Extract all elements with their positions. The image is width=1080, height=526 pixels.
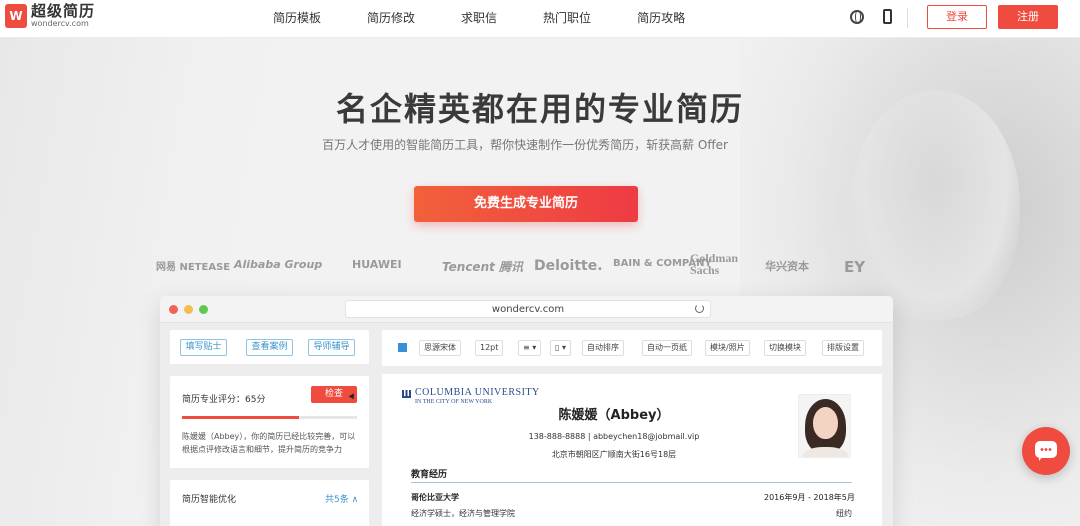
- page-icon: ▯ ▾: [550, 340, 571, 356]
- partner-logo-goldman-sachs: Goldman Sachs: [690, 251, 739, 277]
- partner-logo-netease: 网易 NETEASE: [156, 262, 231, 273]
- browser-chrome: wondercv.com: [160, 296, 893, 323]
- logo-name: 超级简历: [31, 2, 96, 20]
- partner-logos: 网易 NETEASE Alibaba Group HUAWEI Tencent …: [152, 250, 912, 286]
- mobile-phone-icon[interactable]: [883, 9, 892, 24]
- logo-mark-icon: W: [5, 4, 27, 28]
- logo-url: wondercv.com: [31, 19, 89, 28]
- chat-bubble-icon: [1035, 441, 1057, 461]
- auto-one-page-button: 自动一页纸: [642, 340, 692, 356]
- browser-mockup: wondercv.com 填写贴士 查看案例 导师辅导 简历专业评分：65分 检…: [160, 296, 893, 526]
- tab-mentor: 导师辅导: [308, 339, 355, 356]
- partner-logo-alibaba: Alibaba Group: [234, 258, 323, 271]
- school-logo-name: COLUMBIA UNIVERSITY: [415, 387, 540, 398]
- nav-item-templates[interactable]: 简历模板: [273, 0, 321, 38]
- editor-right-panel: 思源宋体 12pt ≡ ▾ ▯ ▾ 自动排序 自动一页纸 模块/照片 切换模块 …: [382, 330, 882, 526]
- section-divider: [411, 482, 852, 483]
- close-dot-icon: [169, 305, 178, 314]
- login-button[interactable]: 登录: [927, 5, 987, 29]
- nav-item-revision[interactable]: 简历修改: [367, 0, 415, 38]
- crown-icon: [402, 390, 411, 398]
- chat-support-button[interactable]: [1022, 427, 1070, 475]
- section-title-education: 教育经历: [411, 470, 448, 480]
- globe-icon[interactable]: [850, 10, 864, 24]
- theme-color-swatch: [398, 343, 407, 352]
- size-select: 12pt: [475, 340, 504, 356]
- header-divider: [907, 8, 908, 28]
- partner-logo-ey: EY: [844, 258, 866, 276]
- nav-item-cover-letter[interactable]: 求职信: [461, 0, 497, 38]
- resume-score-card: 简历专业评分：65分 检查 陈媛媛（Abbey），你的简历已经比较完善，可以根据…: [170, 376, 369, 468]
- resume-name: 陈媛媛（Abbey）: [558, 408, 670, 423]
- hero-title: 名企精英都在用的专业简历: [335, 90, 744, 128]
- resume-contact: 138-888-8888 | abbeychen18@jobmail.vip: [528, 432, 700, 441]
- partner-logo-deloitte: Deloitte.: [534, 258, 603, 274]
- top-navigation-bar: W 超级简历 wondercv.com 简历模板 简历修改 求职信 热门职位 简…: [0, 0, 1080, 38]
- register-button[interactable]: 注册: [998, 5, 1058, 29]
- generate-resume-button[interactable]: 免费生成专业简历: [414, 186, 638, 222]
- tab-fill-tips: 填写贴士: [180, 339, 227, 356]
- modules-photo-button: 模块/照片: [705, 340, 750, 356]
- education-dates: 2016年9月 - 2018年5月: [764, 493, 855, 502]
- address-url: wondercv.com: [491, 304, 565, 315]
- line-spacing-icon: ≡ ▾: [518, 340, 542, 356]
- education-degree: 经济学硕士，经济与管理学院: [411, 509, 515, 518]
- layout-settings-button: 排版设置: [822, 340, 864, 356]
- minimize-dot-icon: [184, 305, 193, 314]
- nav-item-guides[interactable]: 简历攻略: [637, 0, 685, 38]
- address-bar: wondercv.com: [345, 300, 711, 318]
- partner-logo-huawei: HUAWEI: [352, 258, 402, 271]
- tips-tabs-card: 填写贴士 查看案例 导师辅导: [170, 330, 369, 364]
- hero-subtitle: 百万人才使用的智能简历工具，帮你快速制作一份优秀简历，斩获高薪 Offer: [322, 138, 728, 152]
- score-progress-track: [182, 416, 357, 419]
- resume-document: COLUMBIA UNIVERSITY IN THE CITY OF NEW Y…: [382, 374, 882, 526]
- education-city: 纽约: [836, 509, 852, 518]
- editor-left-panel: 填写贴士 查看案例 导师辅导 简历专业评分：65分 检查 陈媛媛（Abbey），…: [170, 330, 369, 526]
- optimize-label: 简历智能优化: [182, 495, 237, 505]
- nav-item-hot-jobs[interactable]: 热门职位: [543, 0, 591, 38]
- site-logo[interactable]: W 超级简历 wondercv.com: [5, 4, 95, 28]
- tab-view-cases: 查看案例: [246, 339, 293, 356]
- education-school: 哥伦比亚大学: [411, 493, 459, 502]
- editor-toolbar: 思源宋体 12pt ≡ ▾ ▯ ▾ 自动排序 自动一页纸 模块/照片 切换模块 …: [382, 330, 882, 366]
- optimize-count: 共5条 ∧: [325, 495, 359, 505]
- school-logo: COLUMBIA UNIVERSITY IN THE CITY OF NEW Y…: [402, 388, 540, 405]
- maximize-dot-icon: [199, 305, 208, 314]
- partner-logo-huaxing: 华兴资本: [765, 260, 809, 273]
- resume-photo: [798, 394, 851, 458]
- score-progress-fill: [182, 416, 300, 419]
- resume-address: 北京市朝阳区广顺南大街16号18层: [551, 450, 677, 459]
- partner-logo-tencent: Tencent 腾讯: [442, 260, 524, 274]
- score-label: 简历专业评分：65分: [182, 395, 266, 405]
- switch-module-button: 切换模块: [764, 340, 806, 356]
- score-description: 陈媛媛（Abbey），你的简历已经比较完善，可以根据点评修改语言和细节，提升简历…: [182, 432, 356, 454]
- reload-icon: [695, 304, 704, 313]
- smart-optimize-card: 简历智能优化 共5条 ∧: [170, 480, 369, 526]
- logo-text: 超级简历 wondercv.com: [31, 4, 95, 28]
- main-nav: 简历模板 简历修改 求职信 热门职位 简历攻略: [250, 0, 708, 38]
- font-select: 思源宋体: [419, 340, 461, 356]
- auto-sort-button: 自动排序: [582, 340, 624, 356]
